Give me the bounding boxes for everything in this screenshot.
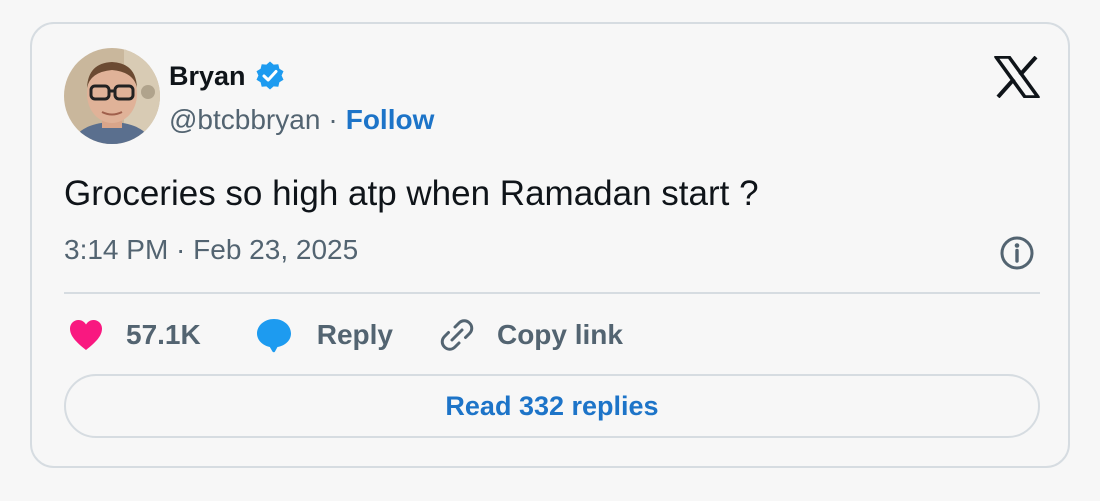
avatar[interactable] [64,48,160,144]
author-handle[interactable]: @btcbbryan [169,104,320,136]
divider [64,292,1040,294]
separator-dot: · [328,104,338,135]
avatar-image [64,48,160,144]
heart-icon [70,320,102,350]
copy-link-label: Copy link [496,319,623,350]
reply-bubble-icon [256,319,291,353]
tweet-text: Groceries so high atp when Ramadan start… [64,174,759,213]
tweet-timestamp[interactable]: 3:14 PM · Feb 23, 2025 [64,234,358,266]
read-replies-label: Read 332 replies [445,390,659,421]
verified-badge-icon [254,60,286,92]
info-icon[interactable] [999,235,1035,271]
tweet-card: Bryan @btcbbryan · Follow Groceries so h… [30,22,1070,468]
copy-link-button[interactable]: Copy link [439,317,623,353]
link-icon [440,319,474,351]
like-count: 57.1K [126,319,201,350]
author-name-row: Bryan [169,58,286,94]
reply-label: Reply [316,319,393,350]
action-bar: 57.1K Reply Copy link [68,312,623,358]
x-logo-icon[interactable] [994,55,1040,99]
reply-button[interactable]: Reply [255,317,393,353]
read-replies-button[interactable]: Read 332 replies [64,374,1040,438]
like-button[interactable]: 57.1K [68,318,201,352]
author-handle-row: @btcbbryan · Follow [169,102,434,138]
follow-button[interactable]: Follow [346,104,435,136]
author-name[interactable]: Bryan [169,61,246,92]
